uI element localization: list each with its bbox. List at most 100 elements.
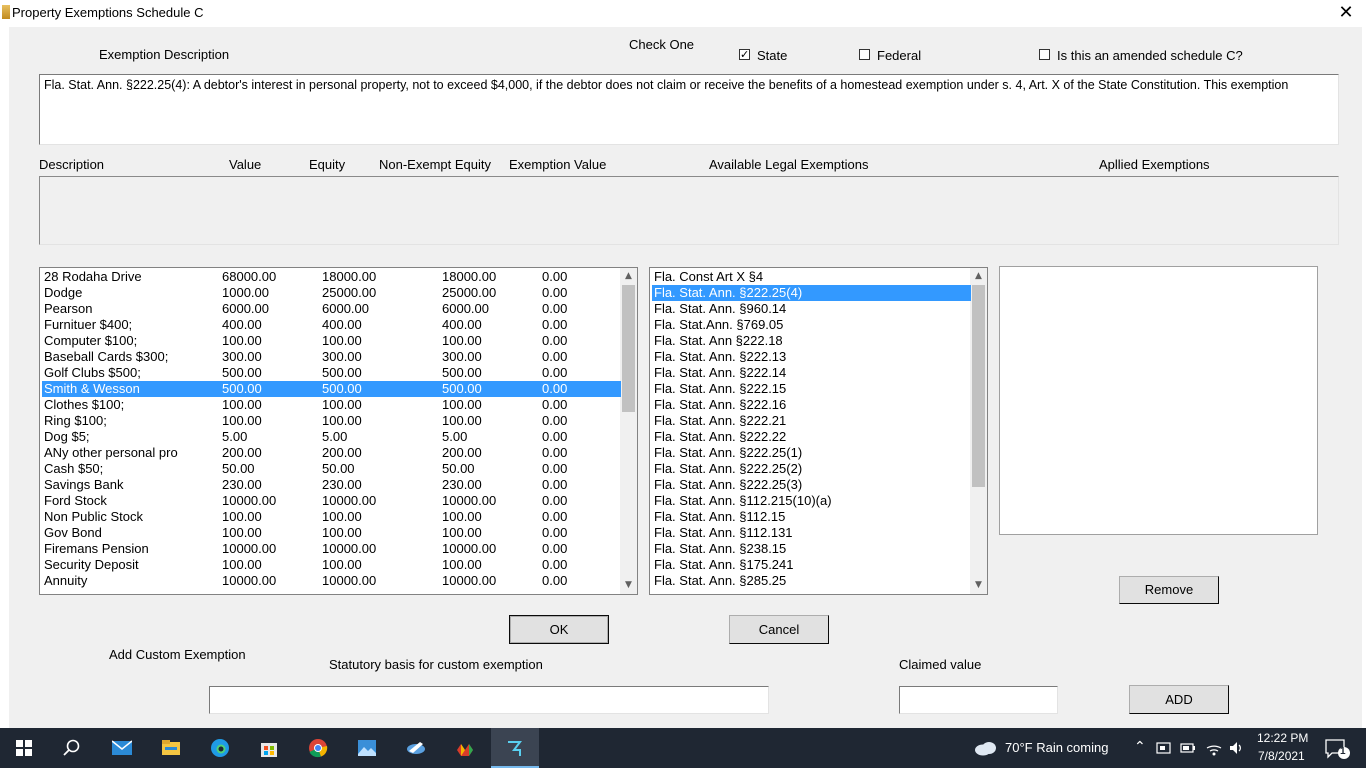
start-icon[interactable] [0,728,48,768]
claimed-value-input[interactable] [899,686,1058,714]
active-app-icon[interactable] [491,728,539,768]
table-row[interactable]: Smith & Wesson 500.00 500.00 500.00 0.00 [42,381,621,397]
scroll-up-icon[interactable]: ▲ [620,268,637,285]
scroll-down-icon[interactable]: ▼ [620,577,637,594]
power-icon[interactable] [1176,728,1200,768]
value-cell: 100.00 [222,509,262,524]
description-cell: Dog $5; [44,429,90,444]
non-exempt-equity-cell: 200.00 [442,445,482,460]
amended-checkbox[interactable] [1039,49,1050,60]
table-row[interactable]: Non Public Stock 100.00 100.00 100.00 0.00 [42,509,621,525]
scroll-down-icon[interactable]: ▼ [970,577,987,594]
table-row[interactable]: Ford Stock 10000.00 10000.00 10000.00 0.00 [42,493,621,509]
file-explorer-icon[interactable] [147,728,195,768]
state-checkbox[interactable]: ✓ [739,49,750,60]
weather-text[interactable]: 70°F Rain coming [1005,740,1108,755]
table-row[interactable]: Ring $100; 100.00 100.00 100.00 0.00 [42,413,621,429]
exemption-label: Fla. Stat. Ann. §222.25(4) [654,285,803,300]
list-item[interactable]: Fla. Stat. Ann. §960.14 [652,301,971,317]
exemption-label: Fla. Stat. Ann. §112.15 [654,509,786,524]
table-row[interactable]: Security Deposit 100.00 100.00 100.00 0.00 [42,557,621,573]
chevron-up-icon[interactable]: ⌃ [1134,738,1146,755]
list-item[interactable]: Fla. Const Art X §4 [652,269,971,285]
clock-time[interactable]: 12:22 PM [1257,731,1308,745]
wifi-icon[interactable] [1202,728,1226,768]
close-icon[interactable]: ✕ [1326,0,1366,27]
list-item[interactable]: Fla. Stat. Ann. §112.215(10)(a) [652,493,971,509]
notification-icon[interactable]: 1 [1316,728,1364,768]
exemption-value-cell: 0.00 [542,541,568,556]
list-item[interactable]: Fla. Stat. Ann. §175.241 [652,557,971,573]
app-icon[interactable] [441,728,489,768]
edge-icon[interactable] [196,728,244,768]
table-row[interactable]: Savings Bank 230.00 230.00 230.00 0.00 [42,477,621,493]
list-item[interactable]: Fla. Stat. Ann §222.18 [652,333,971,349]
list-item[interactable]: Fla. Stat. Ann. §222.15 [652,381,971,397]
table-row[interactable]: Computer $100; 100.00 100.00 100.00 0.00 [42,333,621,349]
table-row[interactable]: Clothes $100; 100.00 100.00 100.00 0.00 [42,397,621,413]
exemptions-list-scrollbar[interactable]: ▲ ▼ [970,268,987,594]
list-item[interactable]: Fla. Stat. Ann. §222.16 [652,397,971,413]
app-icon[interactable] [392,728,440,768]
list-item[interactable]: Fla. Stat. Ann. §112.15 [652,509,971,525]
list-item[interactable]: Fla. Stat. Ann. §222.25(2) [652,461,971,477]
battery-app-icon[interactable] [1152,728,1176,768]
statutory-basis-input[interactable] [209,686,769,714]
list-item[interactable]: Fla. Stat. Ann. §222.13 [652,349,971,365]
search-icon[interactable] [48,728,96,768]
mail-icon[interactable] [98,728,146,768]
list-item[interactable]: Fla. Stat. Ann. §222.25(1) [652,445,971,461]
list-item[interactable]: Fla. Stat. Ann. §285.25 [652,573,971,589]
table-row[interactable]: Dodge 1000.00 25000.00 25000.00 0.00 [42,285,621,301]
scroll-thumb[interactable] [972,285,985,487]
cancel-button[interactable]: Cancel [729,615,829,644]
non-exempt-equity-cell: 300.00 [442,349,482,364]
list-item[interactable]: Fla. Stat. Ann. §222.21 [652,413,971,429]
table-row[interactable]: Gov Bond 100.00 100.00 100.00 0.00 [42,525,621,541]
equity-cell: 10000.00 [322,493,377,508]
table-row[interactable]: Baseball Cards $300; 300.00 300.00 300.00 0.… [42,349,621,365]
exemption-description-text[interactable]: Fla. Stat. Ann. §222.25(4): A debtor's i… [39,74,1339,145]
table-row[interactable]: Firemans Pension 10000.00 10000.00 10000.00… [42,541,621,557]
non-exempt-equity-cell: 100.00 [442,525,482,540]
remove-button[interactable]: Remove [1119,576,1219,604]
chrome-icon[interactable] [294,728,342,768]
scroll-up-icon[interactable]: ▲ [970,268,987,285]
list-item[interactable]: Fla. Stat. Ann. §112.131 [652,525,971,541]
list-item[interactable]: Fla. Stat.Ann. §769.05 [652,317,971,333]
property-list-scrollbar[interactable]: ▲ ▼ [620,268,637,594]
equity-cell: 230.00 [322,477,362,492]
photos-icon[interactable] [343,728,391,768]
store-icon[interactable] [245,728,293,768]
table-row[interactable]: Golf Clubs $500; 500.00 500.00 500.00 0.00 [42,365,621,381]
available-exemptions-list[interactable]: ▲ ▼ Fla. Const Art X §4 Fla. Stat. Ann. §… [649,267,988,595]
list-item[interactable]: Fla. Stat. Ann. §222.14 [652,365,971,381]
description-cell: Non Public Stock [44,509,143,524]
ok-button[interactable]: OK [509,615,609,644]
federal-checkbox[interactable] [859,49,870,60]
equity-cell: 6000.00 [322,301,369,316]
list-item[interactable]: Fla. Stat. Ann. §238.15 [652,541,971,557]
table-row[interactable]: Cash $50; 50.00 50.00 50.00 0.00 [42,461,621,477]
equity-cell: 100.00 [322,413,362,428]
col-description: Description [39,157,105,172]
property-list[interactable]: ▲ ▼ 28 Rodaha Drive 68000.00 18000.00 18000… [39,267,638,595]
scroll-thumb[interactable] [622,285,635,412]
table-row[interactable]: 28 Rodaha Drive 68000.00 18000.00 18000.00 0… [42,269,621,285]
value-cell: 100.00 [222,525,262,540]
non-exempt-equity-cell: 400.00 [442,317,482,332]
list-item[interactable]: Fla. Stat. Ann. §222.22 [652,429,971,445]
table-row[interactable]: Dog $5; 5.00 5.00 5.00 0.00 [42,429,621,445]
table-row[interactable]: Furnituer $400; 400.00 400.00 400.00 0.00 [42,317,621,333]
table-row[interactable]: ANy other personal pro 200.00 200.00 200.00… [42,445,621,461]
add-button[interactable]: ADD [1129,685,1229,714]
volume-icon[interactable] [1224,728,1248,768]
list-item[interactable]: Fla. Stat. Ann. §222.25(3) [652,477,971,493]
clock-date[interactable]: 7/8/2021 [1258,749,1305,763]
list-item[interactable]: Fla. Stat. Ann. §222.25(4) [652,285,971,301]
exemption-value-cell: 0.00 [542,365,568,380]
applied-exemptions-list[interactable] [999,266,1318,535]
table-row[interactable]: Annuity 10000.00 10000.00 10000.00 0.00 [42,573,621,589]
table-row[interactable]: Pearson 6000.00 6000.00 6000.00 0.00 [42,301,621,317]
exemption-description-label: Exemption Description [99,47,230,62]
